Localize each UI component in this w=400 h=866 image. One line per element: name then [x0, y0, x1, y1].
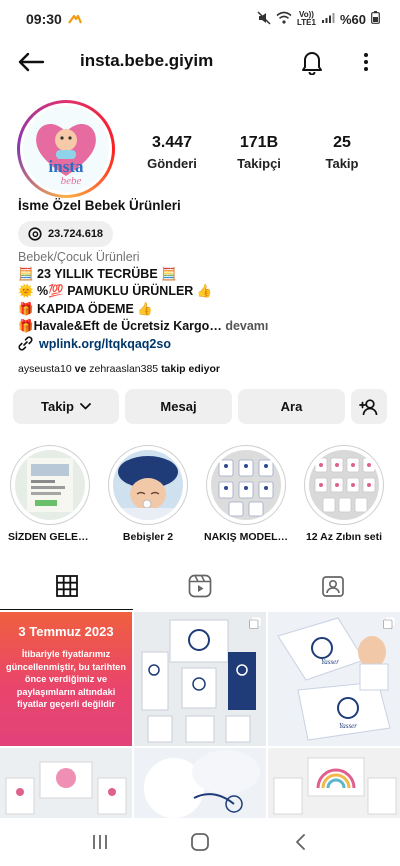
mutual-followers-and: ve [74, 363, 87, 375]
more-options-button[interactable] [356, 48, 376, 76]
system-navigation-bar [0, 818, 400, 866]
bio-line: 🌞 %💯 PAMUKLU ÜRÜNLER 👍 [18, 284, 213, 298]
notification-icon [67, 11, 82, 27]
suggested-users-button[interactable] [351, 389, 387, 424]
status-time: 09:30 [26, 11, 62, 27]
brand-logo-text: insta [49, 157, 84, 176]
brand-logo-subtext: bebe [61, 175, 82, 187]
brand-logo: insta bebe [36, 123, 96, 187]
add-user-icon [359, 398, 378, 415]
tagged-icon [322, 576, 345, 597]
page-title: insta.bebe.giyim [80, 51, 214, 70]
avatar-story-ring[interactable]: insta bebe [17, 100, 115, 198]
post-announce-body: İtibariyle fiyatlarımız güncellenmiştir,… [6, 649, 126, 709]
reels-icon [188, 574, 212, 598]
back-nav-button[interactable] [280, 822, 320, 862]
carousel-icon [249, 617, 261, 629]
battery-percent: %60 [339, 11, 366, 27]
post-thumbnail[interactable] [134, 748, 266, 818]
bio-external-link[interactable]: wplink.org/ltqkqaq2so [18, 336, 171, 351]
link-icon [18, 336, 33, 351]
stat-value: 25 [333, 134, 351, 151]
message-label: Mesaj [160, 399, 197, 414]
highlight-cover [15, 450, 85, 520]
wifi-icon [276, 11, 292, 27]
highlight-item[interactable]: Bebişler 2 [106, 445, 190, 543]
mutual-followers[interactable]: ayseusta10 ve zehraaslan385 takip ediyor [18, 363, 220, 375]
bell-icon [302, 52, 322, 75]
mutual-followers-suffix: takip ediyor [161, 363, 220, 375]
following-count[interactable]: 25 Takip [302, 134, 382, 171]
threads-count: 23.724.618 [48, 228, 104, 240]
mutual-follower-name: ayseusta10 [18, 363, 72, 375]
stat-value: 171B [239, 134, 279, 151]
highlight-label: SİZDEN GELENLE... [8, 531, 92, 543]
threads-badge[interactable]: 23.724.618 [18, 221, 114, 247]
embroidery-name: Yasser [339, 722, 357, 730]
mutual-follower-name: zehraaslan385 [89, 363, 159, 375]
tab-tagged[interactable] [267, 562, 400, 610]
highlight-item[interactable]: NAKIŞ MODELLERİ [204, 445, 288, 543]
profile-header: insta.bebe.giyim [0, 40, 400, 84]
highlight-cover [113, 450, 183, 520]
bio-line: 🧮 23 YILLIK TECRÜBE 🧮 [18, 267, 177, 281]
message-button[interactable]: Mesaj [125, 389, 232, 424]
bio-more-link[interactable]: devamı [225, 319, 268, 333]
bio-line: 🎁Havale&Eft de Ücretsiz Kargo… [18, 319, 222, 333]
avatar: insta bebe [23, 106, 109, 192]
highlight-label: 12 Az Zıbın seti [305, 531, 383, 543]
call-button[interactable]: Ara [238, 389, 345, 424]
profile-tabs [0, 562, 400, 610]
more-vertical-icon [364, 53, 368, 71]
follow-label: Takip [41, 399, 74, 414]
followers-count[interactable]: 171B Takipçi [219, 134, 299, 171]
bio-line: 🎁 KAPIDA ÖDEME 👍 [18, 302, 153, 316]
notifications-button[interactable] [298, 48, 326, 76]
display-name: İsme Özel Bebek Ürünleri [18, 198, 181, 213]
highlight-label: NAKIŞ MODELLERİ [204, 531, 288, 543]
tab-posts[interactable] [0, 562, 134, 610]
post-thumbnail[interactable] [268, 748, 400, 818]
post-thumbnail[interactable] [134, 612, 266, 746]
mute-icon [257, 10, 271, 28]
posts-count[interactable]: 3.447 Gönderi [132, 134, 212, 171]
posts-grid: 3 Temmuz 2023 İtibariyle fiyatlarımız gü… [0, 612, 400, 818]
carousel-icon [383, 617, 395, 629]
post-thumbnail[interactable] [0, 748, 132, 818]
bio-link-text: wplink.org/ltqkqaq2so [39, 336, 171, 351]
stat-value: 3.447 [151, 134, 193, 151]
back-button[interactable] [16, 48, 46, 76]
post-announce-title: 3 Temmuz 2023 [18, 624, 114, 639]
highlight-cover [309, 450, 379, 520]
highlight-item[interactable]: SİZDEN GELENLE... [8, 445, 92, 543]
threads-icon [28, 227, 42, 241]
battery-icon [371, 11, 380, 27]
bio-line-truncated: 🎁Havale&Eft de Ücretsiz Kargo… devamı [18, 319, 268, 334]
call-label: Ara [280, 399, 303, 414]
stat-label: Takipçi [237, 156, 281, 171]
highlight-cover [211, 450, 281, 520]
network-type: Vo)) LTE1 [297, 11, 316, 27]
recents-icon [93, 835, 107, 849]
grid-icon [55, 575, 78, 597]
network-sub: LTE1 [297, 18, 316, 27]
chevron-left-icon [296, 834, 305, 850]
signal-icon [321, 12, 335, 27]
chevron-down-icon [80, 403, 91, 410]
post-thumbnail[interactable]: 3 Temmuz 2023 İtibariyle fiyatlarımız gü… [0, 612, 132, 746]
home-icon [191, 833, 209, 851]
status-bar: 09:30 Vo)) LTE1 %60 [0, 0, 400, 38]
follow-button[interactable]: Takip [13, 389, 119, 424]
stat-label: Takip [325, 156, 359, 171]
tab-reels[interactable] [133, 562, 266, 610]
home-button[interactable] [180, 822, 220, 862]
stat-label: Gönderi [147, 156, 197, 171]
profile-category: Bebek/Çocuk Ürünleri [18, 250, 140, 264]
arrow-left-icon [18, 52, 45, 72]
recents-button[interactable] [80, 822, 120, 862]
post-thumbnail[interactable]: Yasser Yasser [268, 612, 400, 746]
highlight-label: Bebişler 2 [122, 531, 174, 543]
embroidery-name: Yasser [321, 658, 339, 666]
highlight-item[interactable]: 12 Az Zıbın seti [302, 445, 386, 543]
